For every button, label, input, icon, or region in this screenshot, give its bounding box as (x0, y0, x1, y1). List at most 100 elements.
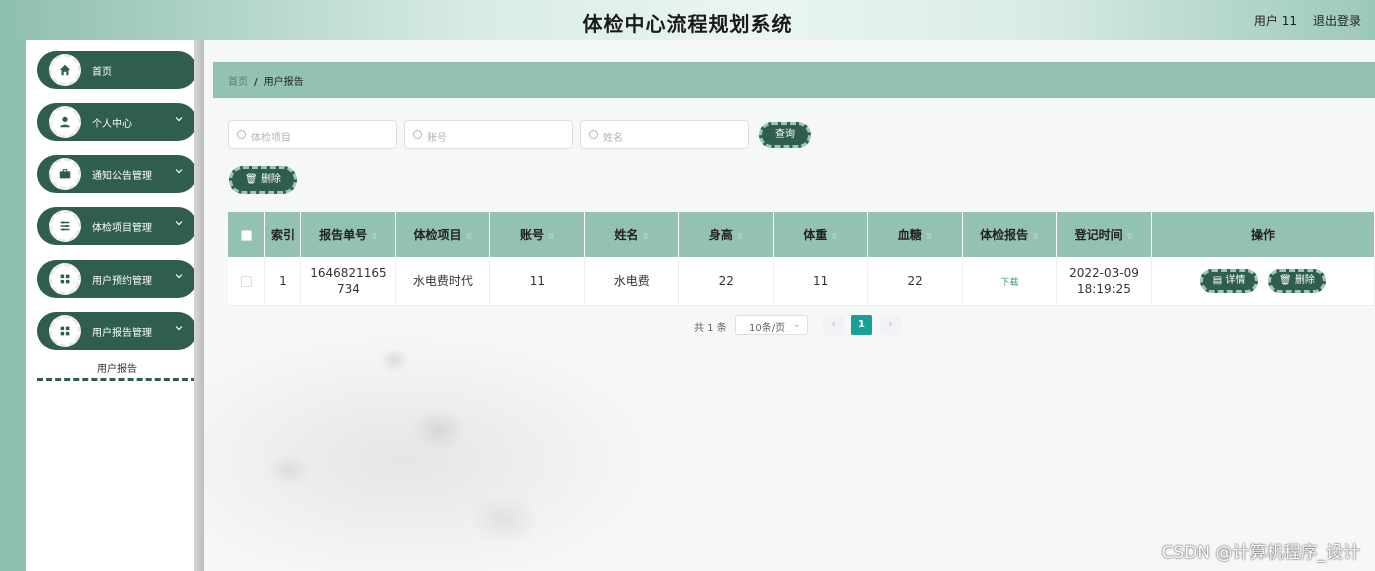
sidebar-item-project-management[interactable]: 体检项目管理 (37, 207, 197, 245)
sort-icon[interactable]: ⇅ (466, 232, 473, 241)
search-icon (413, 130, 422, 139)
sidebar-item-home[interactable]: 首页 (37, 51, 197, 89)
briefcase-icon (49, 158, 81, 190)
cell-time: 2022-03-09 18:19:25 (1056, 257, 1152, 306)
sort-icon[interactable]: ⇅ (1032, 232, 1039, 241)
column-header-actions: 操作 (1151, 212, 1375, 257)
column-header-height[interactable]: 身高 ⇅ (678, 212, 775, 257)
cell-report-no: 1646821165734 (300, 257, 397, 306)
logout-link[interactable]: 退出登录 (1313, 12, 1361, 29)
row-delete-button[interactable]: 🗑 删除 (1267, 268, 1326, 293)
pagination-total: 共 1 条 (694, 323, 727, 334)
report-table: 索引 报告单号 ⇅ 体检项目 ⇅ 账号 ⇅ 姓名 ⇅ 身高 ⇅ 体重 ⇅ 血糖 ⇅ 体检报告 ⇅… (228, 212, 1375, 306)
prev-page-button[interactable]: ‹ (823, 315, 844, 335)
chevron-down-icon (175, 117, 183, 122)
cell-report-no-text: 1646821165734 (310, 265, 387, 296)
column-header-label: 身高 (708, 228, 733, 242)
name-search-placeholder: 姓名 (603, 133, 623, 144)
page-size-select[interactable]: 10条/页 ⌄ (735, 315, 808, 335)
detail-button[interactable]: ▤ 详情 (1200, 268, 1259, 293)
page-size-value: 10条/页 (749, 323, 786, 334)
sidebar-item-label: 用户预约管理 (92, 276, 152, 287)
sidebar-item-notice-management[interactable]: 通知公告管理 (37, 155, 197, 193)
column-header-index: 索引 (264, 212, 302, 257)
sort-icon[interactable]: ⇅ (642, 232, 649, 241)
column-header-report[interactable]: 体检报告 ⇅ (962, 212, 1057, 257)
column-header-label: 体检项目 (413, 228, 462, 242)
column-header-label: 登记时间 (1074, 228, 1123, 242)
column-header-project[interactable]: 体检项目 ⇅ (395, 212, 491, 257)
sidebar: 首页 个人中心 通知公告管理 体检项目管理 用户预约管理 用户报告管理 用户报告 (26, 40, 197, 571)
query-button[interactable]: 查询 (759, 122, 811, 148)
account-search-input[interactable]: 账号 (404, 120, 573, 149)
sidebar-item-label: 用户报告管理 (92, 328, 152, 339)
cell-project: 水电费时代 (395, 257, 491, 306)
breadcrumb-current: 用户报告 (263, 77, 304, 88)
sidebar-item-appointment-management[interactable]: 用户预约管理 (37, 260, 197, 298)
sidebar-strip (0, 40, 26, 571)
column-header-account[interactable]: 账号 ⇅ (489, 212, 586, 257)
project-search-input[interactable]: 体检项目 (228, 120, 397, 149)
sidebar-subitem-user-report[interactable]: 用户报告 (37, 353, 197, 381)
trash-icon: 🗑 (245, 174, 258, 185)
sidebar-item-personal-center[interactable]: 个人中心 (37, 103, 197, 141)
download-link[interactable]: 下载 (1001, 278, 1019, 288)
column-header-label: 账号 (519, 228, 544, 242)
current-page-button[interactable]: 1 (851, 315, 872, 335)
name-search-input[interactable]: 姓名 (580, 120, 749, 149)
cell-account: 11 (489, 257, 586, 306)
column-header-weight[interactable]: 体重 ⇅ (773, 212, 869, 257)
sidebar-item-label: 通知公告管理 (92, 171, 152, 182)
chevron-down-icon (175, 221, 183, 226)
sort-icon[interactable]: ⇅ (831, 232, 838, 241)
trash-icon: 🗑 (1278, 274, 1292, 286)
sort-icon[interactable]: ⇅ (371, 232, 378, 241)
batch-delete-button[interactable]: 🗑 删除 (229, 166, 297, 194)
project-search-placeholder: 体检项目 (251, 133, 291, 144)
search-icon (237, 130, 246, 139)
sidebar-item-label: 个人中心 (92, 119, 132, 130)
sort-icon[interactable]: ⇅ (548, 232, 555, 241)
cell-report: 下载 (962, 257, 1057, 306)
sort-icon[interactable]: ⇅ (1127, 232, 1134, 241)
column-header-report-no[interactable]: 报告单号 ⇅ (300, 212, 397, 257)
row-delete-label: 删除 (1294, 274, 1315, 286)
column-header-time[interactable]: 登记时间 ⇅ (1056, 212, 1152, 257)
select-all-checkbox[interactable] (240, 229, 252, 241)
user-icon (49, 106, 81, 138)
column-header-label: 操作 (1250, 228, 1275, 242)
chevron-down-icon (175, 274, 183, 279)
next-page-button[interactable]: › (880, 315, 901, 335)
sidebar-item-label: 首页 (92, 67, 112, 78)
column-header-label: 血糖 (897, 228, 922, 242)
sidebar-divider (194, 40, 204, 571)
column-header-label: 体重 (803, 228, 828, 242)
top-header: 体检中心流程规划系统 用户 11 退出登录 (0, 0, 1375, 40)
main-content: 首页 / 用户报告 体检项目 账号 姓名 查询 🗑 删除 索引 报告单号 ⇅ 体检项目… (204, 40, 1375, 571)
list-icon (49, 210, 81, 242)
column-header-name[interactable]: 姓名 ⇅ (584, 212, 680, 257)
chevron-down-icon: ⌄ (792, 319, 801, 330)
current-user: 用户 11 (1253, 14, 1297, 28)
batch-delete-label: 删除 (260, 174, 281, 185)
chevron-down-icon (175, 169, 183, 174)
sort-icon[interactable]: ⇅ (926, 232, 933, 241)
cell-height: 22 (678, 257, 775, 306)
column-header-label: 报告单号 (319, 228, 368, 242)
home-icon (49, 54, 81, 86)
row-checkbox[interactable] (240, 275, 252, 287)
sort-icon[interactable]: ⇅ (737, 232, 744, 241)
breadcrumb: 首页 / 用户报告 (213, 62, 1375, 98)
breadcrumb-home[interactable]: 首页 (228, 77, 248, 88)
cell-index: 1 (264, 257, 302, 306)
sidebar-item-report-management[interactable]: 用户报告管理 (37, 312, 197, 350)
sidebar-item-label: 体检项目管理 (92, 223, 152, 234)
table-header-row: 索引 报告单号 ⇅ 体检项目 ⇅ 账号 ⇅ 姓名 ⇅ 身高 ⇅ 体重 ⇅ 血糖 ⇅ 体检报告 ⇅… (228, 212, 1375, 257)
column-header-blood-sugar[interactable]: 血糖 ⇅ (867, 212, 964, 257)
detail-label: 详情 (1225, 274, 1246, 286)
table-row: 1 1646821165734 水电费时代 11 水电费 22 11 22 下载… (228, 257, 1375, 306)
cell-blood-sugar: 22 (867, 257, 964, 306)
cell-actions: ▤ 详情 🗑 删除 (1151, 257, 1375, 306)
chevron-right-icon: › (888, 319, 893, 330)
document-icon: ▤ (1212, 274, 1223, 286)
